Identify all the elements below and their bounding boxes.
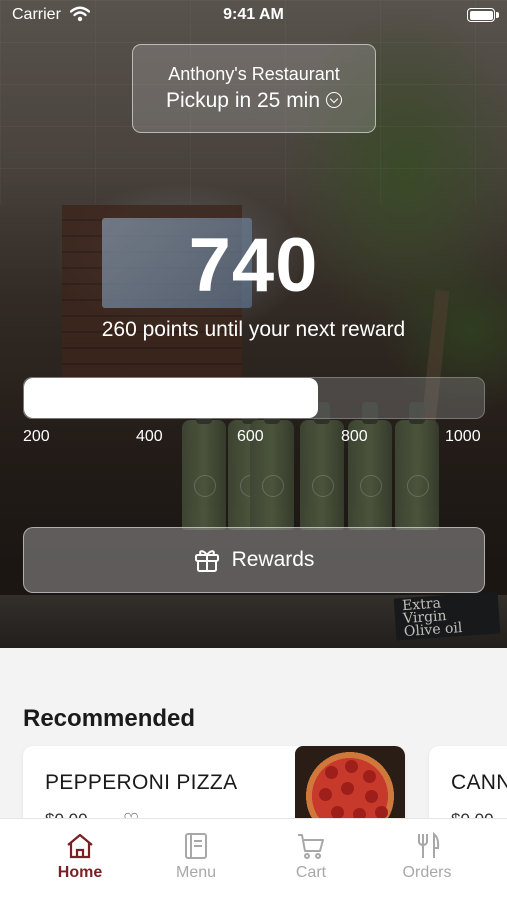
tick-label: 800 xyxy=(341,428,368,445)
gift-icon xyxy=(194,550,219,572)
product-name: CANN xyxy=(451,771,507,794)
fork-knife-icon xyxy=(418,832,440,858)
tab-home-label: Home xyxy=(57,864,103,881)
recommended-title: Recommended xyxy=(23,705,196,732)
restaurant-name: Anthony's Restaurant xyxy=(168,64,340,84)
chevron-down-icon xyxy=(326,92,343,108)
points-progress-bar xyxy=(23,377,485,419)
rewards-button[interactable]: Rewards xyxy=(23,527,485,593)
tab-cart[interactable]: Cart xyxy=(248,819,374,900)
battery-icon xyxy=(467,8,495,22)
tab-cart-label: Cart xyxy=(295,864,327,881)
tick-label: 400 xyxy=(136,428,163,445)
rewards-button-label: Rewards xyxy=(231,548,315,571)
home-icon xyxy=(67,833,93,859)
tick-label: 600 xyxy=(237,428,264,445)
tab-orders[interactable]: Orders xyxy=(364,819,490,900)
tab-home[interactable]: Home xyxy=(17,819,143,900)
progress-fill xyxy=(24,378,319,418)
progress-ticks: 200 400 600 800 1000 xyxy=(23,428,485,448)
restaurant-selector[interactable]: Anthony's Restaurant Pickup in 25 min xyxy=(132,44,376,133)
points-balance: 740 xyxy=(188,223,319,308)
product-name: PEPPERONI PIZZA xyxy=(45,771,238,794)
status-time: 9:41 AM xyxy=(223,6,284,23)
tab-bar: Home Menu Cart Orders xyxy=(0,818,507,900)
tab-menu-label: Menu xyxy=(175,864,217,881)
cart-icon xyxy=(298,834,324,859)
tick-label: 1000 xyxy=(445,428,481,445)
tick-label: 200 xyxy=(23,428,50,445)
tab-orders-label: Orders xyxy=(402,864,452,881)
points-until-reward: 260 points until your next reward xyxy=(101,318,406,341)
menu-book-icon xyxy=(185,833,207,859)
pickup-time: Pickup in 25 min xyxy=(133,89,375,113)
status-bar: Carrier 9:41 AM xyxy=(0,0,507,30)
tab-menu[interactable]: Menu xyxy=(133,819,259,900)
